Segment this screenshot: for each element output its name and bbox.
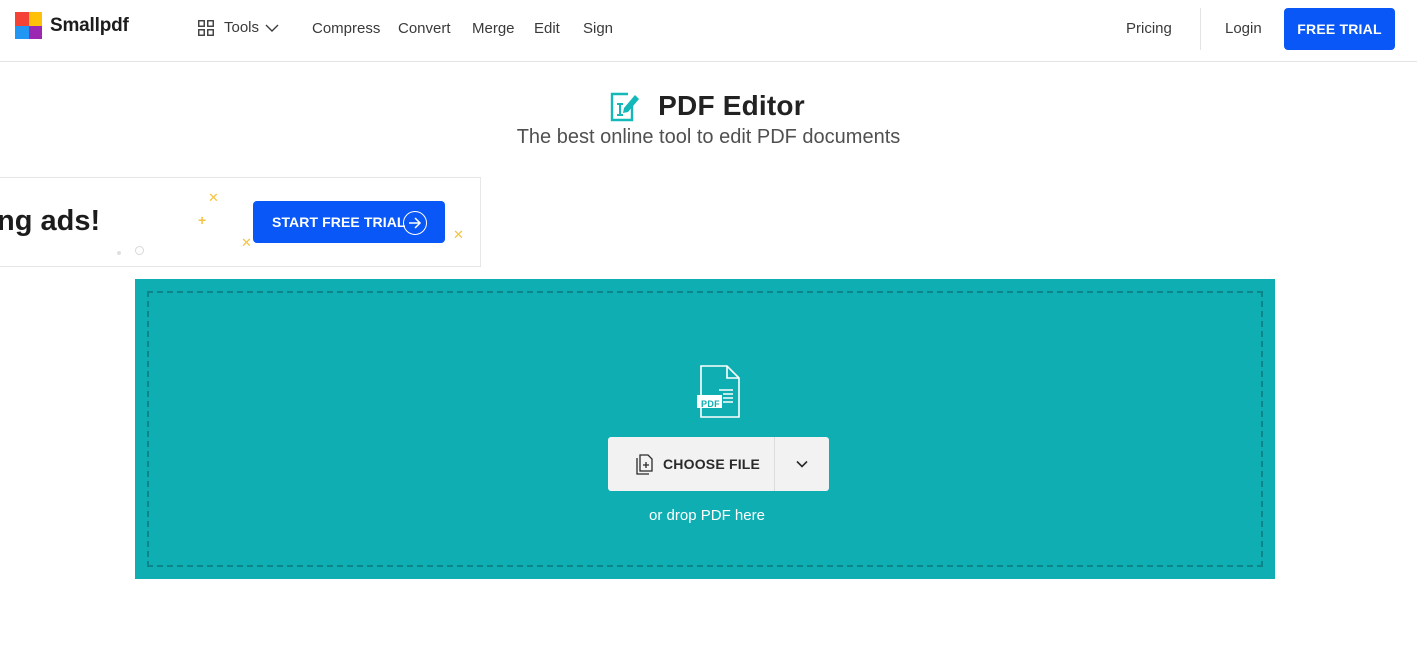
pdf-badge-text: PDF <box>701 399 720 409</box>
login-link[interactable]: Login <box>1225 20 1262 37</box>
tools-menu[interactable]: Tools <box>198 19 279 36</box>
file-add-icon <box>636 453 653 475</box>
ad-decoration-circle <box>135 246 144 255</box>
choose-source-dropdown[interactable] <box>775 437 829 491</box>
free-trial-button[interactable]: FREE TRIAL <box>1284 8 1395 50</box>
ad-banner[interactable]: ng ads! ✕ + ✕ ✕ START FREE TRIAL <box>0 177 481 267</box>
choose-file-button[interactable]: CHOOSE FILE <box>608 437 774 491</box>
page-header: PDF Editor <box>0 88 1417 124</box>
nav-merge[interactable]: Merge <box>472 20 515 37</box>
nav-sign[interactable]: Sign <box>583 20 613 37</box>
top-navbar: Smallpdf Tools Compress Convert Merge Ed… <box>0 0 1417 62</box>
drop-hint: or drop PDF here <box>649 507 765 524</box>
arrow-right-icon <box>403 211 427 235</box>
start-free-trial-button[interactable]: START FREE TRIAL <box>253 201 445 243</box>
choose-file-label: CHOOSE FILE <box>663 456 761 472</box>
smallpdf-logo[interactable]: Smallpdf <box>15 12 129 39</box>
page-subtitle: The best online tool to edit PDF documen… <box>516 126 901 148</box>
edit-document-icon <box>610 92 640 122</box>
grid-icon <box>198 19 214 36</box>
tools-label: Tools <box>224 19 260 36</box>
nav-edit[interactable]: Edit <box>534 20 560 37</box>
nav-compress[interactable]: Compress <box>312 20 380 37</box>
logo-text: Smallpdf <box>50 14 129 36</box>
dropzone-dashed-border: PDF CHOOSE FILE or drop PDF here <box>147 291 1263 567</box>
sparkle-icon: ✕ <box>453 227 464 242</box>
chevron-down-icon <box>265 24 279 32</box>
nav-pricing[interactable]: Pricing <box>1126 20 1172 37</box>
chevron-down-icon <box>796 460 808 468</box>
page-title: PDF Editor <box>658 90 805 121</box>
ad-button-label: START FREE TRIAL <box>272 214 406 230</box>
ad-headline: ng ads! <box>0 205 101 237</box>
file-dropzone[interactable]: PDF CHOOSE FILE or drop PDF here <box>135 279 1275 579</box>
nav-convert[interactable]: Convert <box>398 20 451 37</box>
logo-icon <box>15 12 42 39</box>
sparkle-icon: + <box>198 212 207 228</box>
sparkle-icon: ✕ <box>241 235 252 250</box>
ad-decoration-dot <box>117 251 121 255</box>
choose-file-control: CHOOSE FILE <box>608 437 829 491</box>
sparkle-icon: ✕ <box>208 190 219 205</box>
nav-divider <box>1200 8 1201 50</box>
